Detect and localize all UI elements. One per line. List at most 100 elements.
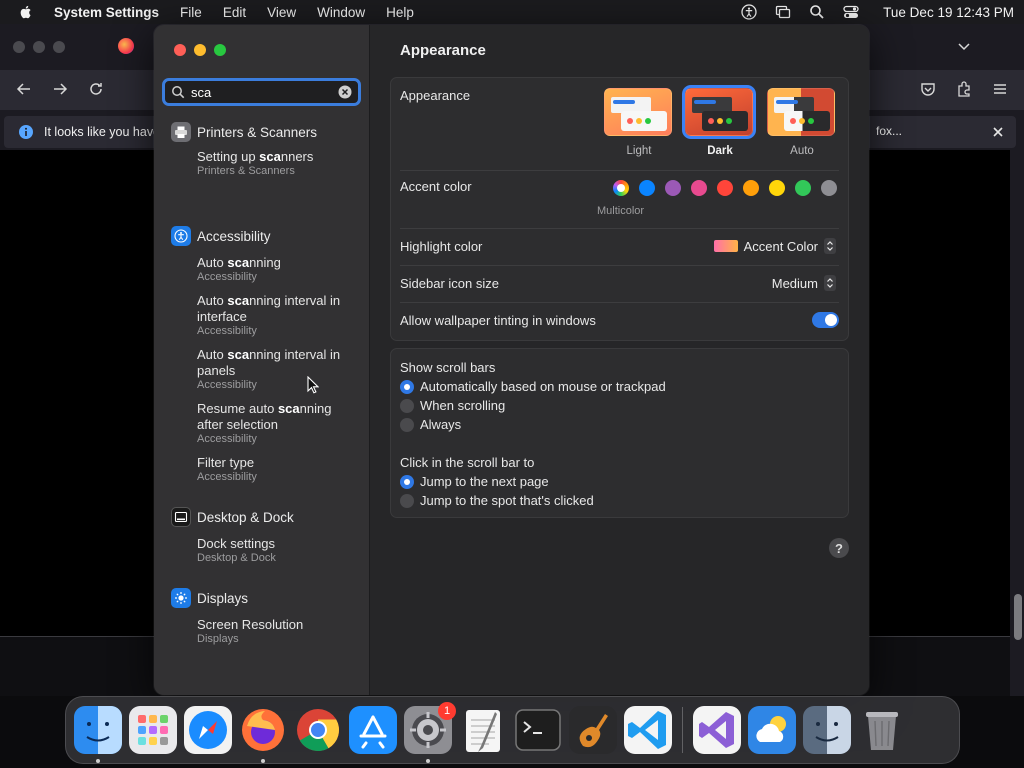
settings-sidebar: Printers & Scanners Setting up scanners … [154,25,370,695]
browser-close-button[interactable] [13,41,25,53]
screen-mirroring-icon[interactable] [775,4,791,20]
accent-pink-swatch[interactable] [691,180,707,196]
menu-view[interactable]: View [267,5,296,20]
dock-trash[interactable] [858,706,906,754]
accent-yellow-swatch[interactable] [769,180,785,196]
back-arrow-icon[interactable] [15,80,33,98]
accent-green-swatch[interactable] [795,180,811,196]
reload-icon[interactable] [87,80,105,98]
app-name-menu[interactable]: System Settings [54,5,159,20]
page-title: Appearance [400,42,486,59]
appearance-option-light[interactable]: Light [604,88,674,157]
result-item-auto-scanning-interval-interface[interactable]: Auto scanning interval in interface Acce… [197,293,357,338]
menu-edit[interactable]: Edit [223,5,246,20]
dock-app-store[interactable] [349,706,397,754]
window-close-button[interactable] [174,44,186,56]
highlight-color-popup[interactable]: Accent Color [713,238,836,254]
scroll-bars-when-scrolling-radio[interactable]: When scrolling [400,398,505,413]
result-item-screen-resolution[interactable]: Screen Resolution Displays [197,617,357,646]
accent-multicolor-swatch[interactable] [613,180,629,196]
scroll-bars-automatic-radio[interactable]: Automatically based on mouse or trackpad [400,379,666,394]
accent-graphite-swatch[interactable] [821,180,837,196]
hamburger-menu-icon[interactable] [991,80,1009,98]
wallpaper-tinting-toggle[interactable] [812,312,839,328]
menu-file[interactable]: File [180,5,202,20]
jump-to-spot-radio[interactable]: Jump to the spot that's clicked [400,493,594,508]
settings-search-field[interactable] [162,78,361,106]
browser-scrollbar[interactable] [1014,594,1022,640]
info-icon [19,125,33,139]
spotlight-search-icon[interactable] [809,4,825,20]
dock-weather[interactable] [748,706,796,754]
result-subtitle: Desktop & Dock [197,552,276,564]
clear-search-icon[interactable] [338,85,352,99]
accent-selected-caption: Multicolor [597,205,645,217]
dock-chrome[interactable] [294,706,342,754]
jump-next-page-radio[interactable]: Jump to the next page [400,474,549,489]
close-icon[interactable] [990,124,1006,140]
browser-zoom-button[interactable] [53,41,65,53]
result-group-desktop-dock[interactable]: Desktop & Dock [171,506,294,528]
firefox-icon [242,709,284,751]
printer-icon [171,122,191,142]
control-center-icon[interactable] [843,4,859,20]
menu-window[interactable]: Window [317,5,365,20]
finder-icon [803,706,851,754]
dock-finder-2[interactable] [803,706,851,754]
accessibility-status-icon[interactable] [741,4,757,20]
highlight-color-value: Accent Color [743,238,818,254]
visual-studio-icon [693,706,741,754]
result-item-dock-settings[interactable]: Dock settings Desktop & Dock [197,536,357,565]
result-title: Auto scanning [197,255,281,270]
result-item-setting-up-scanners[interactable]: Setting up scanners Printers & Scanners [197,149,357,178]
result-title: Resume auto scanning after selection [197,401,332,432]
terminal-icon [515,709,561,751]
scroll-bars-always-radio[interactable]: Always [400,417,461,432]
radio-dot [400,474,414,489]
vscode-icon [624,706,672,754]
dock-vscode[interactable] [624,706,672,754]
firefox-tab-icon[interactable] [118,38,134,54]
accessibility-icon [171,226,191,246]
dock-terminal[interactable] [514,706,562,754]
sidebar-icon-size-popup[interactable]: Medium [772,275,836,291]
result-group-label: Displays [197,590,249,606]
sidebar-icon-size-value: Medium [771,275,818,291]
dock-visual-studio[interactable] [693,706,741,754]
dock-safari[interactable] [184,706,232,754]
extensions-icon[interactable] [955,80,973,98]
accent-purple-swatch[interactable] [665,180,681,196]
result-item-filter-type[interactable]: Filter type Accessibility [197,455,357,484]
search-input[interactable] [191,84,338,100]
appearance-option-dark[interactable]: Dark [682,85,756,157]
light-mode-preview [604,88,672,136]
result-item-resume-auto-scanning[interactable]: Resume auto scanning after selection Acc… [197,401,357,446]
window-minimize-button[interactable] [194,44,206,56]
accent-orange-swatch[interactable] [743,180,759,196]
result-group-accessibility[interactable]: Accessibility [171,225,271,247]
pocket-icon[interactable] [919,80,937,98]
result-item-auto-scanning-interval-panels[interactable]: Auto scanning interval in panels Accessi… [197,347,357,392]
result-group-printers[interactable]: Printers & Scanners [171,121,317,143]
window-zoom-button[interactable] [214,44,226,56]
dock-garageband[interactable] [569,706,617,754]
dock-finder[interactable] [74,706,122,763]
result-group-label: Accessibility [197,228,271,244]
accent-red-swatch[interactable] [717,180,733,196]
browser-minimize-button[interactable] [33,41,45,53]
chevron-down-icon[interactable] [956,38,972,54]
result-group-displays[interactable]: Displays [171,587,248,609]
dock-firefox[interactable] [239,706,287,763]
appearance-option-auto[interactable]: Auto [767,88,837,157]
forward-arrow-icon[interactable] [51,80,69,98]
result-item-auto-scanning[interactable]: Auto scanning Accessibility [197,255,357,284]
dock-launchpad[interactable] [129,706,177,754]
help-button[interactable]: ? [829,538,849,558]
menubar-clock[interactable]: Tue Dec 19 12:43 PM [883,5,1014,20]
apple-logo-icon[interactable] [18,4,34,20]
dock-system-settings[interactable]: 1 [404,702,456,763]
accent-blue-swatch[interactable] [639,180,655,196]
menu-help[interactable]: Help [386,5,414,20]
dock-textedit[interactable] [459,706,507,754]
result-title: Filter type [197,455,255,470]
